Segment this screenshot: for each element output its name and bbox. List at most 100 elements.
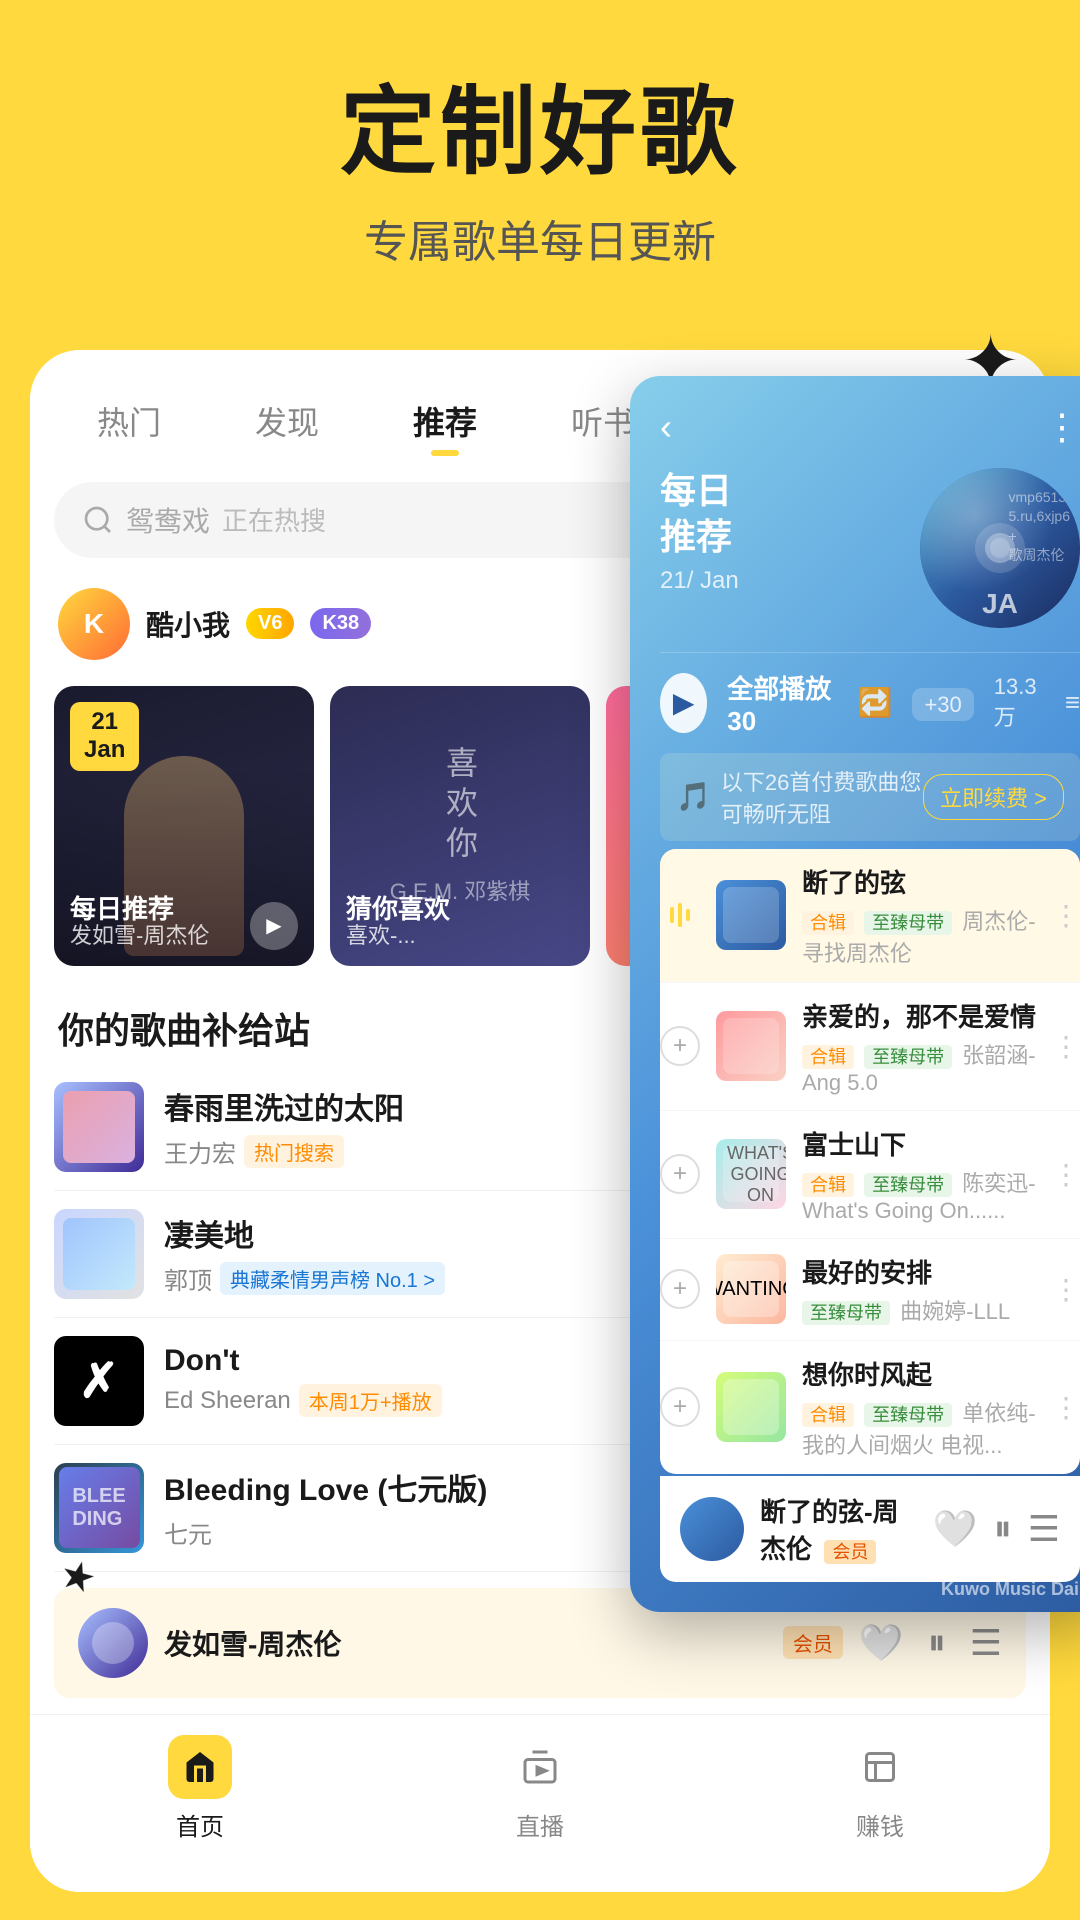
- app-container: 热门 发现 推荐 听书 儿童 看短剧 鸳鸯戏 正在热搜: [30, 350, 1050, 1892]
- free-notice: 🎵 以下26首付费歌曲您可畅听无阻 立即续费 >: [660, 753, 1080, 841]
- ps-info-1: 亲爱的，那不是爱情 合辑 至臻母带 张韶涵-Ang 5.0: [802, 997, 1036, 1096]
- hero-subtitle: 专属歌单每日更新: [40, 206, 1040, 270]
- song-thumb-1: [54, 1209, 144, 1299]
- song-more-4[interactable]: ⋮: [1052, 1391, 1080, 1424]
- ps-info-4: 想你时风起 合辑 至臻母带 单依纯-我的人间烟火 电视...: [802, 1355, 1036, 1460]
- ps-thumb-0: [716, 880, 786, 950]
- ps-thumb-2: WHAT'S GOING ON: [716, 1139, 786, 1209]
- mini-disc: [680, 1497, 744, 1561]
- nav-live[interactable]: 直播: [508, 1735, 572, 1842]
- player-disc: vmp65135.ru,6xjp6+歌周杰伦 JA: [920, 468, 1080, 628]
- player-song-item[interactable]: + 想你时风起 合辑 至臻母带 单依纯-我的人间烟火 电视... ⋮: [660, 1341, 1080, 1474]
- player-overlay: ‹ ⋮ 每日推荐 21/ Jan vmp65135.ru,6xjp6+歌周杰伦 …: [630, 376, 1080, 1612]
- song-more-3[interactable]: ⋮: [1052, 1273, 1080, 1306]
- user-info: K 酷小我 V6 K38: [58, 588, 371, 660]
- kuwo-brand: Kuwo Music Daily: [941, 1579, 1080, 1600]
- ps-name-1: 亲爱的，那不是爱情: [802, 997, 1036, 1034]
- player-menu-button[interactable]: ⋮: [1044, 406, 1080, 448]
- banner-play-button[interactable]: ▶: [250, 902, 298, 950]
- nav-live-label: 直播: [516, 1807, 564, 1842]
- player-song-item[interactable]: + WHAT'S GOING ON 富士山下 合辑 至臻母带 陈奕迅-What'…: [660, 1111, 1080, 1239]
- k-badge: K38: [310, 608, 371, 639]
- np-title: 发如雪-周杰伦: [164, 1623, 767, 1663]
- vip-badge: V6: [246, 608, 294, 639]
- rotate-icon[interactable]: 🔁: [858, 686, 893, 719]
- song-more-0[interactable]: ⋮: [1052, 899, 1080, 932]
- banner-daily[interactable]: 21 Jan 每日推荐 发如雪-周杰伦 ▶: [54, 686, 314, 966]
- nav-home[interactable]: 首页: [168, 1735, 232, 1842]
- ps-name-2: 富士山下: [802, 1125, 1036, 1162]
- live-icon: [508, 1735, 572, 1799]
- search-icon: [82, 504, 114, 536]
- avatar[interactable]: K: [58, 588, 130, 660]
- earn-icon: [848, 1735, 912, 1799]
- ps-artist-2: 合辑 至臻母带 陈奕迅-What's Going On......: [802, 1166, 1036, 1224]
- play-all-button[interactable]: ▶: [660, 673, 707, 733]
- player-song-item[interactable]: 断了的弦 合辑 至臻母带 周杰伦-寻找周杰伦 ⋮: [660, 849, 1080, 983]
- heart-button[interactable]: 🤍: [859, 1622, 904, 1664]
- username: 酷小我: [146, 604, 230, 644]
- song-thumb-0: [54, 1082, 144, 1172]
- song-thumb-3: BLEEDING: [54, 1463, 144, 1553]
- np-vip-badge: 会员: [783, 1626, 843, 1659]
- bottom-playback-bar[interactable]: 断了的弦-周杰伦 会员 🤍 ⏸ ☰: [660, 1476, 1080, 1582]
- player-song-item[interactable]: + WANTING 最好的安排 至臻母带 曲婉婷-LLL ⋮: [660, 1239, 1080, 1341]
- play-all-label: 全部播放 30: [727, 669, 837, 737]
- banner-daily-subtitle: 发如雪-周杰伦: [70, 918, 209, 950]
- mini-badge: 会员: [824, 1540, 876, 1564]
- notice-icon: 🎵: [676, 780, 711, 813]
- tab-hot[interactable]: 热门: [81, 390, 177, 452]
- ps-artist-0: 合辑 至臻母带 周杰伦-寻找周杰伦: [802, 904, 1036, 968]
- player-title: 每日推荐: [660, 468, 900, 562]
- song-tag-2: 本周1万+播放: [299, 1384, 442, 1417]
- np-controls: 🤍 ⏸ ☰: [859, 1621, 1002, 1664]
- add-song-1[interactable]: +: [660, 1026, 700, 1066]
- ps-thumb-4: [716, 1372, 786, 1442]
- mini-playlist-button[interactable]: ☰: [1028, 1508, 1060, 1550]
- notice-text: 以下26首付费歌曲您可畅听无阻: [721, 765, 923, 829]
- hero-section: 定制好歌 专属歌单每日更新: [0, 0, 1080, 330]
- player-text: 每日推荐 21/ Jan: [660, 468, 900, 596]
- ps-info-0: 断了的弦 合辑 至臻母带 周杰伦-寻找周杰伦: [802, 863, 1036, 968]
- nav-earn[interactable]: 赚钱: [848, 1735, 912, 1842]
- song-thumb-2: ✗: [54, 1336, 144, 1426]
- playlist-button[interactable]: ☰: [970, 1622, 1002, 1664]
- ps-info-3: 最好的安排 至臻母带 曲婉婷-LLL: [802, 1253, 1036, 1326]
- add-song-4[interactable]: +: [660, 1387, 700, 1427]
- playing-indicator: [660, 903, 700, 927]
- tab-recommend[interactable]: 推荐: [397, 390, 493, 452]
- ps-artist-3: 至臻母带 曲婉婷-LLL: [802, 1294, 1036, 1326]
- mini-pause-button[interactable]: ⏸: [994, 1507, 1012, 1550]
- add-song-3[interactable]: +: [660, 1269, 700, 1309]
- song-more-1[interactable]: ⋮: [1052, 1030, 1080, 1063]
- bottom-nav: 首页 直播 赚钱: [30, 1714, 1050, 1872]
- search-hot-hint: 正在热搜: [222, 501, 326, 538]
- song-more-2[interactable]: ⋮: [1052, 1158, 1080, 1191]
- sort-icon[interactable]: ≡: [1065, 687, 1080, 718]
- add-song-2[interactable]: +: [660, 1154, 700, 1194]
- tab-discover[interactable]: 发现: [239, 390, 335, 452]
- search-keyword: 鸳鸯戏: [126, 500, 210, 540]
- subscribe-button[interactable]: 立即续费 >: [923, 774, 1064, 820]
- ps-info-2: 富士山下 合辑 至臻母带 陈奕迅-What's Going On......: [802, 1125, 1036, 1224]
- home-icon: [168, 1735, 232, 1799]
- player-back-button[interactable]: ‹: [660, 406, 672, 448]
- equalizer-bars: [670, 903, 690, 927]
- player-nav: ‹ ⋮: [660, 406, 1080, 448]
- player-song-list: 断了的弦 合辑 至臻母带 周杰伦-寻找周杰伦 ⋮ + 亲爱的，那不是爱情: [660, 849, 1080, 1474]
- nav-home-label: 首页: [176, 1807, 224, 1842]
- song-tag-1: 典藏柔情男声榜 No.1 >: [220, 1262, 445, 1295]
- player-song-item[interactable]: + 亲爱的，那不是爱情 合辑 至臻母带 张韶涵-Ang 5.0 ⋮: [660, 983, 1080, 1111]
- hero-title: 定制好歌: [340, 80, 740, 186]
- player-controls: ▶ 全部播放 30 🔁 +30 13.3万 ≡: [660, 652, 1080, 753]
- nav-earn-label: 赚钱: [856, 1807, 904, 1842]
- player-info: 每日推荐 21/ Jan vmp65135.ru,6xjp6+歌周杰伦 JA: [660, 468, 1080, 628]
- mini-heart-button[interactable]: 🤍: [933, 1508, 978, 1550]
- banner-recommend[interactable]: 喜欢你 G.E.M. 邓紫棋 猜你喜欢 喜欢-...: [330, 686, 590, 966]
- mini-song-info: 断了的弦-周杰伦 会员: [760, 1492, 917, 1566]
- ps-name-4: 想你时风起: [802, 1355, 1036, 1392]
- player-date: 21/ Jan: [660, 567, 900, 595]
- vip-label: +30: [912, 687, 973, 719]
- ps-thumb-3: WANTING: [716, 1254, 786, 1324]
- pause-button[interactable]: ⏸: [928, 1621, 946, 1664]
